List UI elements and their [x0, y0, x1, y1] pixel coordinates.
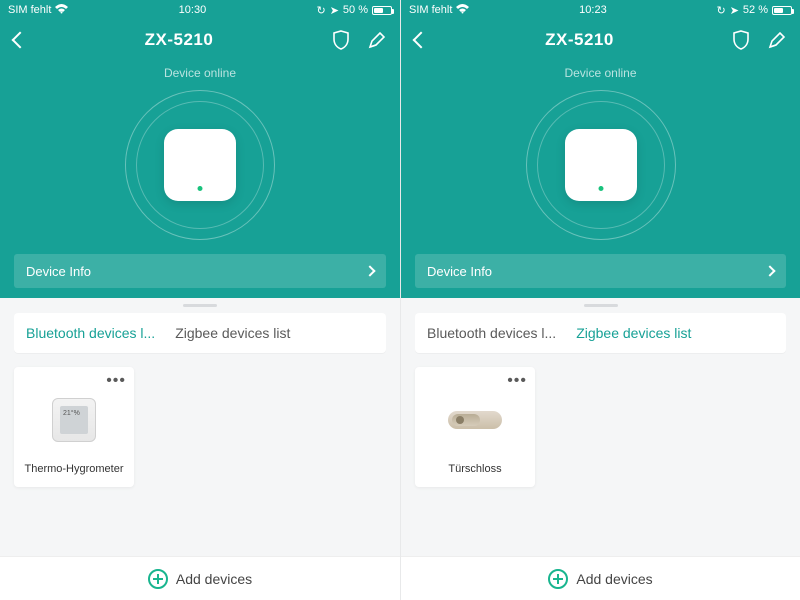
device-thumbnail — [20, 377, 128, 463]
status-bar: SIM fehlt 10:23 ↻ ➤ 52 % — [401, 0, 800, 20]
page-title: ZX-5210 — [545, 30, 614, 50]
add-devices-label: Add devices — [576, 571, 652, 587]
tab-zigbee-devices[interactable]: Zigbee devices list — [576, 325, 691, 341]
device-list-tabs: Bluetooth devices l... Zigbee devices li… — [14, 313, 386, 353]
device-list-tabs: Bluetooth devices l... Zigbee devices li… — [415, 313, 786, 353]
screen-left: SIM fehlt 10:30 ↻ ➤ 50 % ZX-5210 — [0, 0, 400, 600]
shield-icon[interactable] — [332, 30, 350, 50]
bottom-sheet: Bluetooth devices l... Zigbee devices li… — [401, 298, 800, 600]
device-status-text: Device online — [164, 66, 236, 80]
add-devices-bar[interactable]: Add devices — [401, 556, 800, 600]
back-button[interactable] — [12, 32, 29, 49]
bottom-sheet: Bluetooth devices l... Zigbee devices li… — [0, 298, 400, 600]
sync-icon: ↻ — [716, 4, 725, 17]
wifi-icon — [456, 4, 469, 17]
device-card[interactable]: ••• Thermo-Hygrometer — [14, 367, 134, 487]
device-hero: Device online — [415, 60, 786, 254]
battery-icon — [772, 6, 792, 15]
sheet-handle[interactable] — [183, 304, 217, 307]
device-grid: ••• Türschloss — [401, 353, 800, 501]
location-icon: ➤ — [730, 4, 739, 17]
shield-icon[interactable] — [732, 30, 750, 50]
device-name: Türschloss — [448, 463, 501, 475]
clock-text: 10:30 — [179, 4, 207, 16]
sync-icon: ↻ — [316, 4, 325, 17]
device-name: Thermo-Hygrometer — [24, 463, 123, 475]
plus-circle-icon — [548, 569, 568, 589]
device-ring — [526, 90, 676, 240]
device-thumbnail — [421, 377, 529, 463]
device-info-row[interactable]: Device Info — [415, 254, 786, 288]
device-card[interactable]: ••• Türschloss — [415, 367, 535, 487]
screen-right: SIM fehlt 10:23 ↻ ➤ 52 % ZX-5210 — [400, 0, 800, 600]
status-bar: SIM fehlt 10:30 ↻ ➤ 50 % — [0, 0, 400, 20]
tab-zigbee-devices[interactable]: Zigbee devices list — [175, 325, 290, 341]
device-hero: Device online — [14, 60, 386, 254]
battery-text: 52 % — [743, 4, 768, 16]
location-icon: ➤ — [330, 4, 339, 17]
header-area: ZX-5210 Device online Device Info — [401, 20, 800, 298]
back-button[interactable] — [413, 32, 430, 49]
carrier-text: SIM fehlt — [8, 4, 51, 16]
nav-bar: ZX-5210 — [415, 20, 786, 60]
edit-icon[interactable] — [368, 31, 386, 49]
plus-circle-icon — [148, 569, 168, 589]
device-info-label: Device Info — [26, 264, 91, 279]
hub-icon — [164, 129, 236, 201]
add-devices-bar[interactable]: Add devices — [0, 556, 400, 600]
device-ring — [125, 90, 275, 240]
sheet-handle[interactable] — [584, 304, 618, 307]
carrier-text: SIM fehlt — [409, 4, 452, 16]
edit-icon[interactable] — [768, 31, 786, 49]
card-menu-icon[interactable]: ••• — [507, 373, 527, 389]
hub-icon — [565, 129, 637, 201]
device-info-label: Device Info — [427, 264, 492, 279]
header-area: ZX-5210 Device online Device Info — [0, 20, 400, 298]
tab-bluetooth-devices[interactable]: Bluetooth devices l... — [427, 325, 556, 341]
page-title: ZX-5210 — [145, 30, 214, 50]
device-status-text: Device online — [564, 66, 636, 80]
tab-bluetooth-devices[interactable]: Bluetooth devices l... — [26, 325, 155, 341]
add-devices-label: Add devices — [176, 571, 252, 587]
wifi-icon — [55, 4, 68, 17]
clock-text: 10:23 — [579, 4, 607, 16]
nav-bar: ZX-5210 — [14, 20, 386, 60]
battery-text: 50 % — [343, 4, 368, 16]
device-info-row[interactable]: Device Info — [14, 254, 386, 288]
battery-icon — [372, 6, 392, 15]
device-grid: ••• Thermo-Hygrometer — [0, 353, 400, 501]
chevron-right-icon — [364, 265, 375, 276]
side-by-side-screens: SIM fehlt 10:30 ↻ ➤ 50 % ZX-5210 — [0, 0, 800, 600]
chevron-right-icon — [764, 265, 775, 276]
card-menu-icon[interactable]: ••• — [106, 373, 126, 389]
